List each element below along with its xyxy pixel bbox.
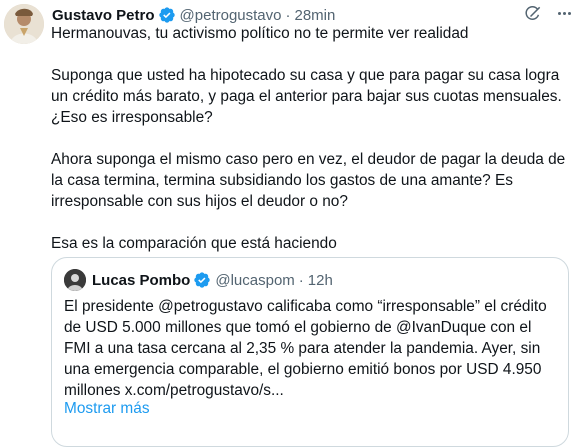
author-name[interactable]: Gustavo Petro	[52, 7, 155, 24]
verified-badge-icon	[193, 271, 211, 289]
more-options-icon[interactable]	[554, 3, 574, 23]
tweet-timestamp[interactable]: 28min	[294, 7, 335, 24]
tweet-text: Hermanouvas, tu activismo político no te…	[51, 23, 571, 254]
quoted-author-handle: @lucaspom	[215, 271, 295, 289]
quoted-tweet-header: Lucas Pombo @lucaspom · 12h	[64, 269, 333, 291]
tweet-paragraph: Hermanouvas, tu activismo político no te…	[51, 25, 469, 42]
author-handle[interactable]: @petrogustavo	[180, 7, 282, 24]
tweet-paragraph: Ahora suponga el mismo caso pero en vez,…	[51, 151, 566, 210]
separator-dot: ·	[285, 6, 291, 24]
quoted-tweet-timestamp: 12h	[307, 271, 333, 289]
quoted-author-name: Lucas Pombo	[92, 271, 191, 289]
tweet-paragraph: Esa es la comparación que está haciendo	[51, 235, 337, 252]
tweet-paragraph: Suponga que usted ha hipotecado su casa …	[51, 67, 562, 126]
quoted-tweet-text: El presidente @petrogustavo calificaba c…	[64, 298, 547, 399]
verified-badge-icon	[158, 6, 176, 24]
quoted-author-avatar	[64, 269, 86, 291]
separator-dot: ·	[298, 271, 304, 289]
author-avatar[interactable]	[4, 4, 44, 44]
show-more-link[interactable]: Mostrar más	[64, 398, 150, 419]
tweet[interactable]: Gustavo Petro @petrogustavo · 28min Herm…	[0, 0, 581, 447]
quoted-tweet-card[interactable]: Lucas Pombo @lucaspom · 12h El president…	[51, 257, 569, 447]
grok-icon[interactable]	[523, 4, 543, 24]
